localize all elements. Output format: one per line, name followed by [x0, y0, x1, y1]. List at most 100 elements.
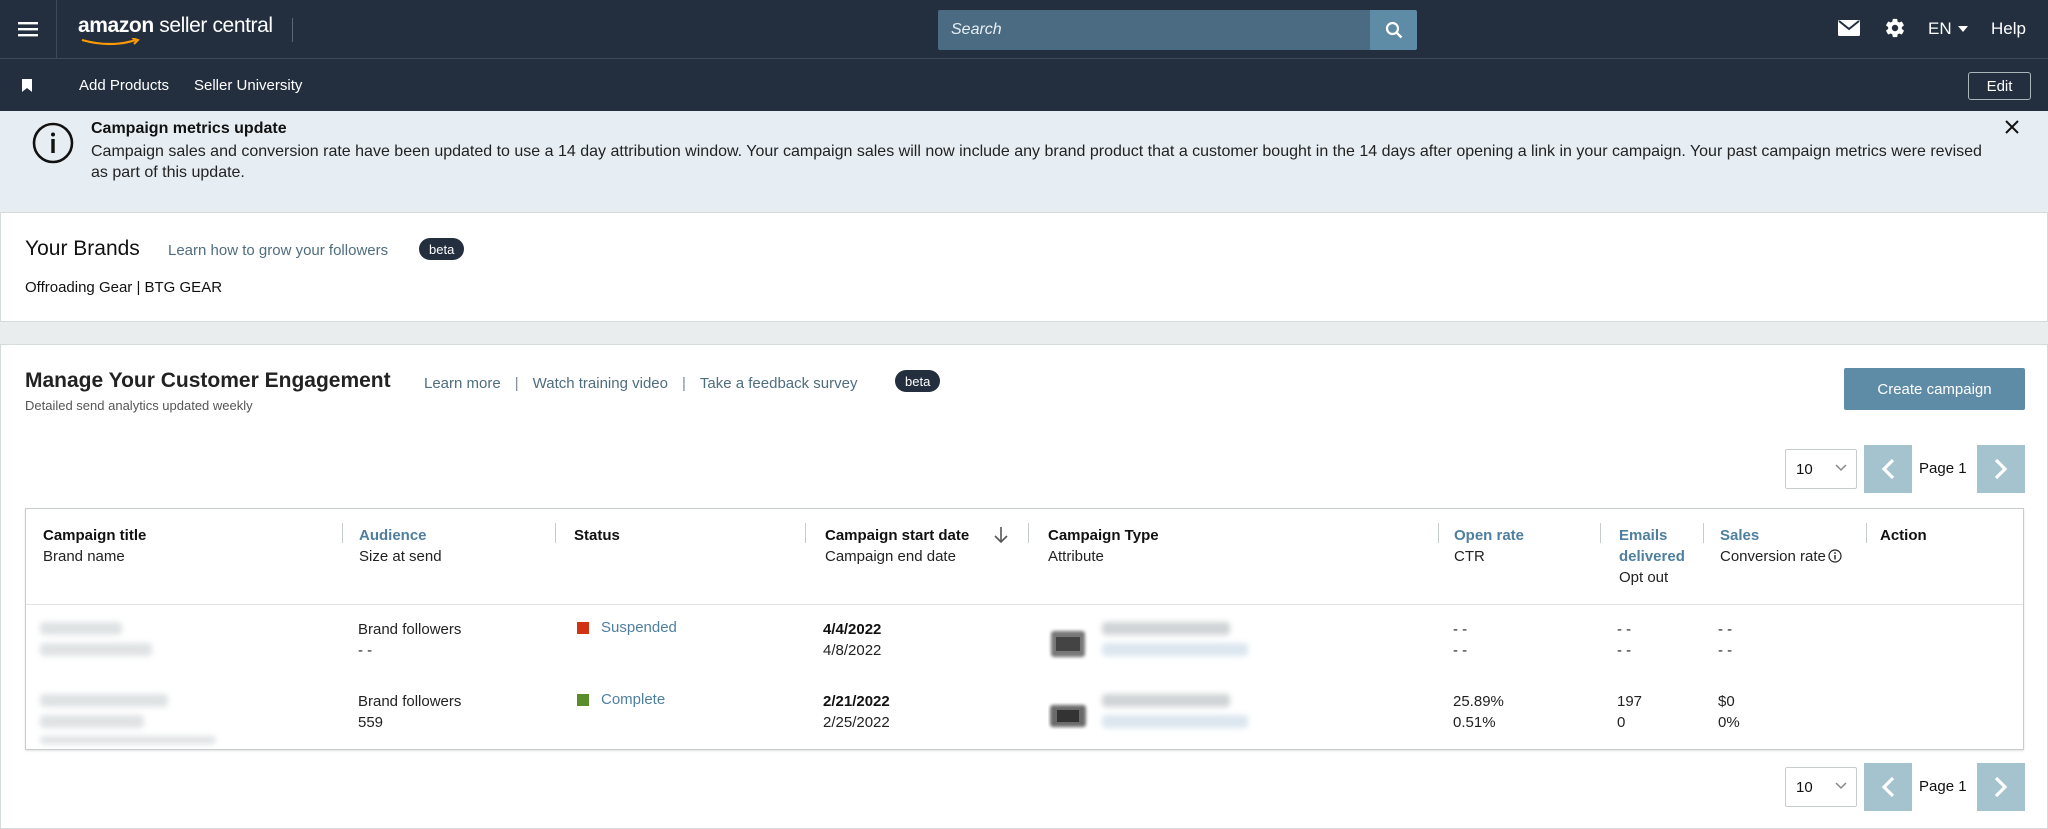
column-header-campaign-title: Campaign title Brand name	[43, 525, 146, 567]
emails-value: - -	[1617, 621, 1632, 638]
column-divider	[1600, 523, 1601, 543]
chevron-left-icon	[1881, 776, 1895, 798]
redacted-asin[interactable]	[1102, 643, 1248, 656]
link-separator: |	[514, 375, 519, 392]
conversion-value: - -	[1718, 642, 1733, 659]
campaign-metrics-notice: Campaign metrics update Campaign sales a…	[0, 111, 2048, 212]
close-icon[interactable]	[2005, 120, 2019, 134]
audience-cell: Brand followers - -	[358, 619, 461, 661]
column-header-sales[interactable]: Sales Conversion rate	[1720, 525, 1842, 567]
header-title: Status	[574, 527, 620, 544]
redacted-extra	[40, 736, 216, 744]
chevron-down-icon	[1835, 782, 1847, 790]
header-subtitle: CTR	[1454, 548, 1485, 565]
redacted-campaign-title[interactable]	[40, 622, 122, 635]
caret-down-icon	[1957, 26, 1968, 32]
status-text: Suspended	[601, 619, 677, 636]
learn-more-link[interactable]: Learn more	[424, 375, 501, 392]
redacted-brand-name	[40, 643, 152, 656]
start-date: 4/4/2022	[823, 621, 882, 638]
audience-cell: Brand followers 559	[358, 691, 461, 733]
chevron-right-icon	[1994, 776, 2008, 798]
emails-value: 197	[1617, 693, 1643, 710]
conversion-rate-label: Conversion rate	[1720, 548, 1826, 565]
gear-icon[interactable]	[1884, 17, 1906, 39]
previous-page-button[interactable]	[1864, 445, 1912, 493]
header-subtitle: Campaign end date	[825, 548, 956, 565]
page-label: Page 1	[1919, 778, 1967, 795]
help-link[interactable]: Help	[1991, 19, 2026, 39]
page-label: Page 1	[1919, 460, 1967, 477]
header-title: Open rate	[1454, 527, 1525, 544]
emails-cell: - - - -	[1617, 619, 1631, 661]
column-header-status: Status	[574, 525, 620, 546]
column-header-open-rate[interactable]: Open rate CTR	[1454, 525, 1524, 567]
notice-title: Campaign metrics update	[91, 120, 287, 137]
column-divider	[1866, 523, 1867, 543]
chevron-down-icon	[1835, 464, 1847, 472]
header-title: Campaign title	[43, 527, 147, 544]
header-subtitle: Size at send	[359, 548, 442, 565]
beta-badge: beta	[895, 370, 941, 392]
logo-rest-text: seller central	[153, 14, 273, 37]
column-header-emails-delivered[interactable]: Emails delivered Opt out	[1619, 525, 1709, 588]
product-thumbnail	[1048, 623, 1090, 665]
language-selector[interactable]: EN	[1928, 19, 1968, 39]
header-subtitle: Brand name	[43, 548, 125, 565]
column-divider	[1438, 523, 1439, 543]
nav-seller-university[interactable]: Seller University	[194, 77, 302, 94]
redacted-product-name	[1102, 694, 1230, 707]
column-header-campaign-type: Campaign Type Attribute	[1048, 525, 1159, 567]
logo-divider	[292, 18, 293, 42]
search-icon	[1385, 21, 1402, 39]
search-input[interactable]	[938, 10, 1370, 50]
edit-button[interactable]: Edit	[1968, 72, 2031, 100]
engagement-subtitle: Detailed send analytics updated weekly	[25, 398, 253, 413]
size-value: 559	[358, 714, 384, 731]
open-rate-value: 25.89%	[1453, 693, 1504, 710]
brands-title: Your Brands	[25, 237, 140, 260]
pagination-bottom: 10 Page 1	[1785, 763, 2025, 811]
search-button[interactable]	[1370, 10, 1417, 50]
header-divider	[26, 604, 2023, 605]
notice-body: Campaign sales and conversion rate have …	[91, 143, 1982, 181]
size-value: - -	[358, 642, 373, 659]
redacted-campaign-title[interactable]	[40, 694, 168, 707]
sales-cell: $0 0%	[1718, 691, 1740, 733]
sales-cell: - - - -	[1718, 619, 1732, 661]
next-page-button[interactable]	[1977, 763, 2025, 811]
training-video-link[interactable]: Watch training video	[533, 375, 668, 392]
page-size-select[interactable]: 10	[1785, 767, 1857, 807]
column-header-start-date[interactable]: Campaign start date Campaign end date	[825, 525, 969, 567]
hamburger-menu-button[interactable]	[0, 0, 57, 58]
redacted-product-name	[1102, 622, 1230, 635]
redacted-brand-name	[40, 715, 144, 728]
mail-icon[interactable]	[1838, 19, 1860, 37]
bookmark-icon[interactable]	[22, 79, 32, 92]
date-cell: 4/4/2022 4/8/2022	[823, 619, 881, 661]
product-thumbnail	[1048, 695, 1090, 737]
sales-value: - -	[1718, 621, 1733, 638]
start-date: 2/21/2022	[823, 693, 890, 710]
opt-out-value: 0	[1617, 714, 1626, 731]
logo-smile-icon	[81, 38, 140, 46]
grow-followers-link[interactable]: Learn how to grow your followers	[168, 242, 388, 259]
feedback-survey-link[interactable]: Take a feedback survey	[700, 375, 858, 392]
chevron-right-icon	[1994, 458, 2008, 480]
redacted-asin[interactable]	[1102, 715, 1248, 728]
customer-engagement-card: Manage Your Customer Engagement Learn mo…	[0, 344, 2048, 829]
create-campaign-button[interactable]: Create campaign	[1844, 368, 2025, 410]
seller-central-logo[interactable]: amazon seller central	[78, 14, 273, 38]
page-size-select[interactable]: 10	[1785, 449, 1857, 489]
column-divider	[805, 523, 806, 543]
audience-value: Brand followers	[358, 621, 462, 638]
next-page-button[interactable]	[1977, 445, 2025, 493]
date-cell: 2/21/2022 2/25/2022	[823, 691, 890, 733]
column-divider	[342, 523, 343, 543]
nav-add-products[interactable]: Add Products	[79, 77, 169, 94]
sort-arrow-down-icon[interactable]	[994, 526, 1008, 544]
previous-page-button[interactable]	[1864, 763, 1912, 811]
info-icon[interactable]	[1828, 549, 1842, 563]
column-header-audience[interactable]: Audience Size at send	[359, 525, 442, 567]
pagination-top: 10 Page 1	[1785, 445, 2025, 493]
